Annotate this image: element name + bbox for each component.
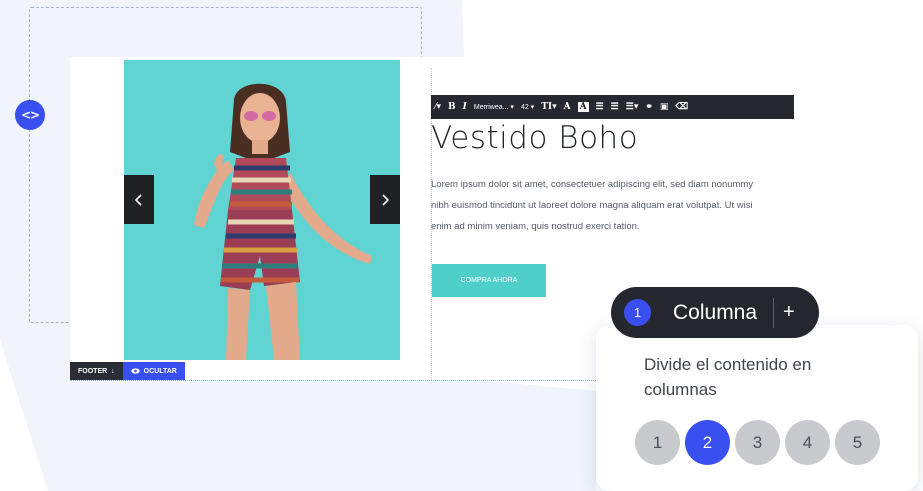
column-option-2[interactable]: 2 (685, 420, 730, 465)
column-option-4[interactable]: 4 (785, 420, 830, 465)
link-icon[interactable]: ⚭ (645, 102, 653, 112)
font-size-select[interactable]: 42 ▾ (521, 103, 534, 111)
text-color-icon[interactable]: A (564, 102, 571, 112)
page-title[interactable]: Vestido Boho (431, 120, 638, 156)
bold-icon[interactable]: B (448, 102, 456, 112)
hide-section-button[interactable]: OCULTAR (122, 362, 185, 380)
italic-icon[interactable]: I (463, 102, 467, 112)
text-style-icon[interactable]: TI▾ (541, 102, 556, 112)
column-count-badge: 1 (624, 299, 651, 326)
column-options-card: Divide el contenido en columnas 1 2 3 4 … (596, 325, 918, 491)
text-format-toolbar: ⁄▾ B I Merriwea... ▾ 42 ▾ TI▾ A A ☰ ☰ ☰▾… (431, 95, 794, 119)
add-column-button[interactable]: + (783, 301, 795, 324)
highlight-icon[interactable]: A (577, 102, 589, 112)
eye-icon (130, 368, 140, 374)
eraser-icon[interactable]: ⌫ (675, 102, 688, 112)
description-paragraph[interactable]: Lorem ipsum dolor sit amet, consectetuer… (431, 174, 761, 237)
column-label: Columna (673, 300, 758, 324)
column-count-options: 1 2 3 4 5 (635, 420, 880, 465)
chevron-right-icon (382, 193, 390, 206)
numbered-list-icon[interactable]: ☰ (611, 102, 619, 112)
bullet-list-icon[interactable]: ☰ (596, 102, 604, 112)
woman-in-boho-dress-image (124, 60, 400, 360)
product-image[interactable] (124, 60, 400, 360)
column-description: Divide el contenido en columnas (644, 355, 812, 399)
column-option-1[interactable]: 1 (635, 420, 680, 465)
image-icon[interactable]: ▣ (660, 102, 669, 112)
divider (773, 297, 775, 328)
footer-label-text: FOOTER (78, 367, 108, 375)
footer-label[interactable]: FOOTER ↓ (70, 362, 123, 380)
font-family-select[interactable]: Merriwea... ▾ (474, 103, 514, 111)
section-boundary (70, 380, 610, 381)
slider-prev-button[interactable] (124, 175, 154, 224)
paint-icon[interactable]: ⁄▾ (435, 102, 441, 112)
column-option-5[interactable]: 5 (835, 420, 880, 465)
align-icon[interactable]: ☰▾ (626, 102, 639, 112)
buy-now-button[interactable]: COMPRA AHORA (432, 264, 546, 297)
column-selector-pill: 1 Columna + (611, 287, 819, 338)
slider-next-button[interactable] (370, 175, 400, 224)
arrow-down-icon: ↓ (111, 367, 115, 375)
footer-section-tag: FOOTER ↓ OCULTAR (70, 362, 185, 380)
code-brackets-icon[interactable]: <> (15, 100, 45, 130)
chevron-left-icon (134, 193, 142, 206)
column-option-3[interactable]: 3 (735, 420, 780, 465)
hide-label: OCULTAR (143, 367, 177, 375)
